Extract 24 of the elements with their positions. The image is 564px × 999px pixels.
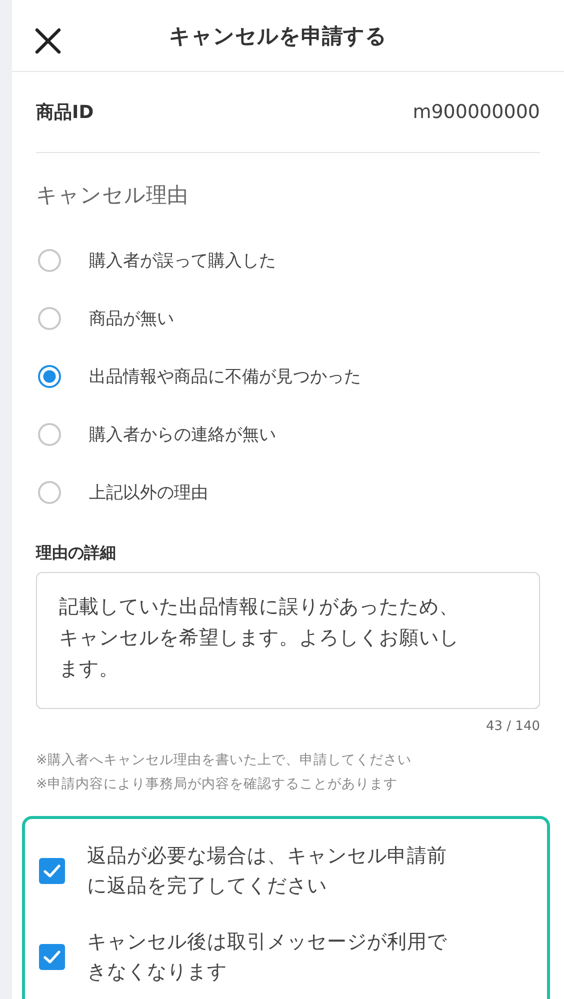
page-title: キャンセルを申請する <box>168 22 388 50</box>
radio-label: 購入者が誤って購入した <box>89 250 276 272</box>
checkbox-label: 返品が必要な場合は、キャンセル申請前に返品を完了してください <box>87 843 448 899</box>
radio-button[interactable] <box>38 422 61 446</box>
radio-label: 出品情報や商品に不備が見つかった <box>89 366 361 388</box>
product-id-value: m900000000 <box>412 101 540 123</box>
product-id-label: 商品ID <box>36 101 94 124</box>
character-counter: 43 / 140 <box>485 719 540 734</box>
field-label: 理由の詳細 <box>36 543 117 564</box>
radio-button[interactable] <box>38 306 61 330</box>
radio-button[interactable] <box>38 480 61 504</box>
radio-label: 上記以外の理由 <box>89 482 208 504</box>
close-icon[interactable] <box>34 27 62 55</box>
section-heading: キャンセル理由 <box>36 182 189 209</box>
radio-button[interactable] <box>38 248 61 272</box>
note-text: ※購入者へキャンセル理由を書いた上で、申請してください <box>36 751 412 770</box>
reason-text-field[interactable]: 記載していた出品情報に誤りがあったため、キャンセルを希望します。よろしくお願いします。 <box>36 572 540 709</box>
radio-label: 商品が無い <box>89 308 174 330</box>
checkbox[interactable] <box>39 944 65 970</box>
checkbox[interactable] <box>39 858 65 884</box>
radio-label: 購入者からの連絡が無い <box>89 424 276 446</box>
checkbox-label: キャンセル後は取引メッセージが利用できなくなります <box>87 929 448 985</box>
note-text: ※申請内容により事務局が内容を確認することがあります <box>36 775 398 794</box>
radio-button[interactable] <box>38 364 61 388</box>
